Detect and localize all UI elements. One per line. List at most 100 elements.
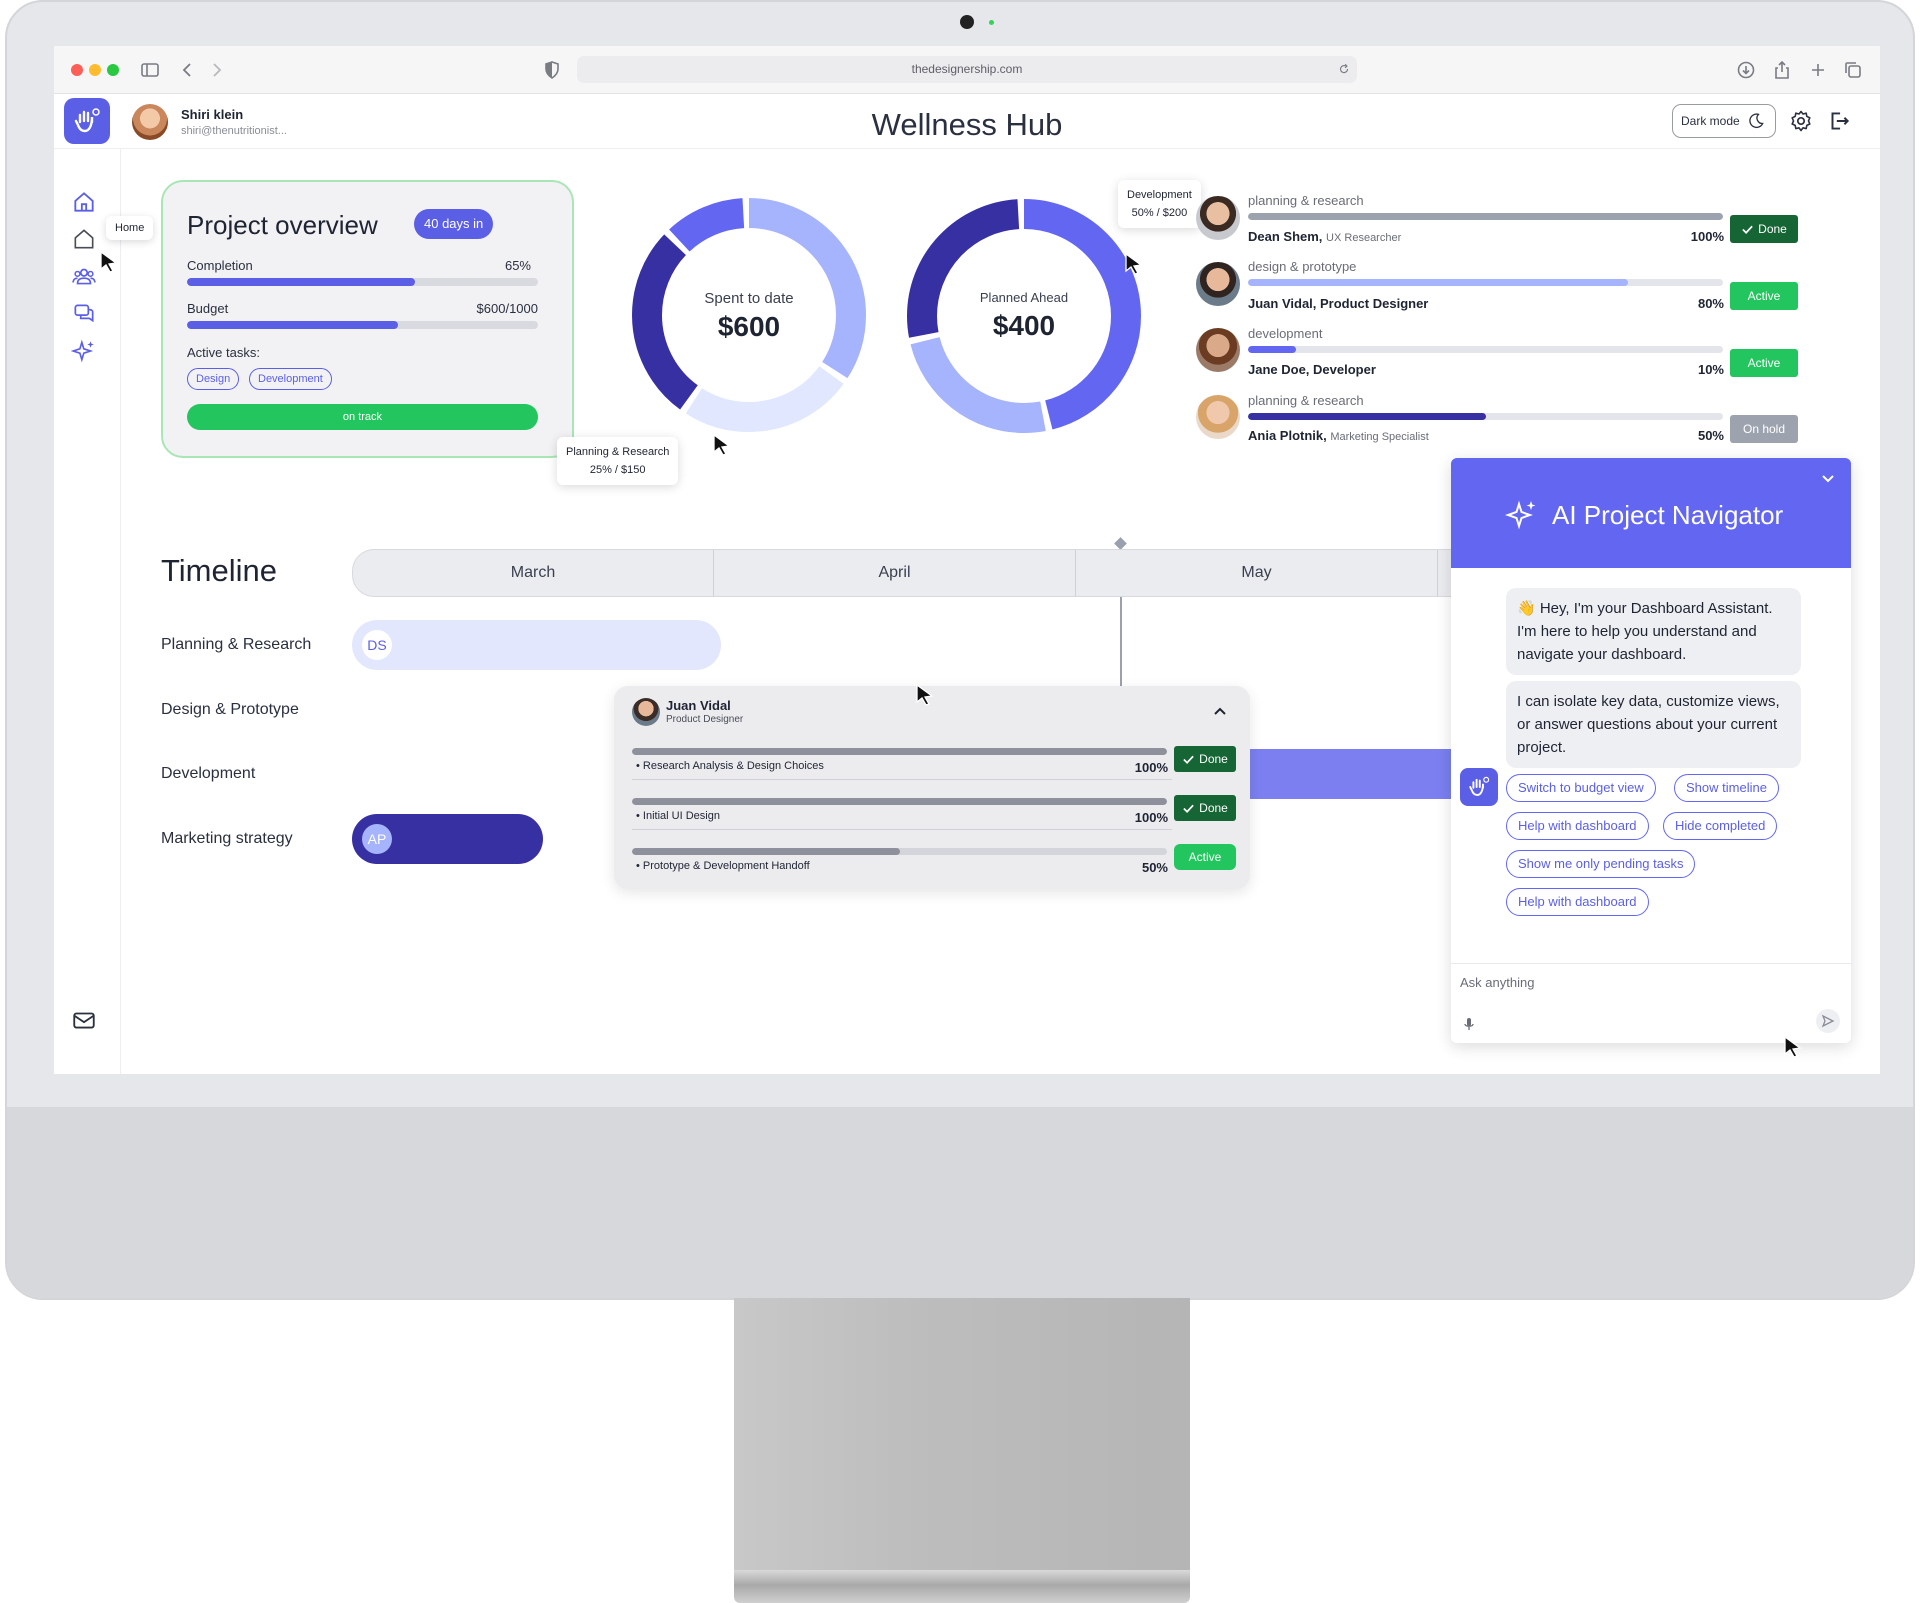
timeline-row-planning: Planning & Research — [161, 636, 312, 653]
team-member-name: Dean Shem, UX Researcher — [1248, 229, 1401, 244]
timeline-row-development: Development — [161, 765, 256, 782]
overview-title: Project overview — [187, 210, 378, 240]
planning-timeline-bar[interactable]: DS — [352, 620, 721, 670]
status-badge[interactable]: Active — [1730, 282, 1798, 310]
month-march[interactable]: March — [353, 564, 713, 582]
ai-input-area — [1451, 963, 1851, 1043]
mail-icon[interactable] — [71, 1007, 97, 1033]
home-tooltip: Home — [106, 216, 154, 240]
address-bar[interactable]: thedesignership.com — [577, 56, 1357, 83]
suggestion-hide-completed[interactable]: Hide completed — [1663, 812, 1778, 840]
chevron-up-icon[interactable] — [1211, 702, 1229, 720]
task-label: • Initial UI Design — [636, 810, 720, 822]
task-chip-development[interactable]: Development — [249, 368, 332, 390]
month-may[interactable]: May — [1076, 564, 1437, 582]
timeline-month-header: March April May — [352, 549, 1502, 597]
task-name: Prototype & Development Handoff — [642, 860, 810, 872]
development-tooltip: Development 50% / $200 — [1118, 180, 1201, 228]
suggestion-help-dashboard[interactable]: Help with dashboard — [1506, 812, 1649, 840]
privacy-shield-icon[interactable] — [540, 58, 564, 82]
ask-anything-input[interactable] — [1460, 972, 1760, 992]
status-badge[interactable]: Done — [1730, 215, 1798, 243]
status-badge[interactable]: On hold — [1730, 415, 1798, 443]
suggestion-pending-tasks[interactable]: Show me only pending tasks — [1506, 850, 1696, 878]
moon-icon — [1748, 113, 1764, 129]
status-badge[interactable]: Done — [1174, 746, 1236, 772]
status-label: Done — [1758, 222, 1787, 236]
member-name: Dean Shem, — [1248, 229, 1323, 244]
avatar — [632, 698, 660, 726]
budget-value: $600/1000 — [476, 301, 538, 316]
completion-progress — [187, 278, 538, 286]
share-icon[interactable] — [1770, 58, 1794, 82]
suggestion-budget-view[interactable]: Switch to budget view — [1506, 774, 1656, 802]
status-badge[interactable]: Active — [1174, 844, 1236, 870]
task-chip-design[interactable]: Design — [187, 368, 240, 390]
zoom-window-button[interactable] — [107, 64, 119, 76]
suggestion-show-timeline[interactable]: Show timeline — [1674, 774, 1779, 802]
download-icon[interactable] — [1734, 58, 1758, 82]
team-category: design & prototype — [1248, 259, 1357, 274]
close-window-button[interactable] — [71, 64, 83, 76]
team-percent: 50% — [1697, 428, 1724, 443]
spent-amount: $600 — [717, 311, 781, 342]
team-category: planning & research — [1248, 393, 1364, 408]
sparkle-icon — [1505, 500, 1536, 530]
team-member-name: Ania Plotnik, Marketing Specialist — [1248, 428, 1429, 443]
status-label: Done — [1199, 801, 1228, 815]
ai-navigator-panel: AI Project Navigator 👋 Hey, I'm your Das… — [1451, 458, 1851, 1043]
divider — [632, 779, 1172, 780]
minimize-window-button[interactable] — [89, 64, 101, 76]
url-text: thedesignership.com — [911, 62, 1023, 76]
sidebar-toggle-icon[interactable] — [138, 58, 162, 82]
team-percent: 10% — [1697, 362, 1724, 377]
task-progress — [632, 748, 1167, 755]
chat-icon[interactable] — [71, 300, 97, 326]
task-progress-fill — [632, 748, 1167, 755]
suggestion-help-dashboard-2[interactable]: Help with dashboard — [1506, 888, 1649, 916]
task-percent: 50% — [1141, 860, 1168, 875]
avatar[interactable] — [1196, 328, 1240, 372]
forward-icon[interactable] — [204, 58, 228, 82]
team-progress-fill — [1248, 346, 1296, 353]
assignee-initials: AP — [362, 824, 392, 854]
team-category: planning & research — [1248, 193, 1364, 208]
team-icon[interactable] — [71, 263, 97, 289]
assistant-message: 👋 Hey, I'm your Dashboard Assistant. I'm… — [1506, 588, 1801, 675]
task-progress — [632, 848, 1167, 855]
new-tab-icon[interactable] — [1806, 58, 1830, 82]
completion-label: Completion — [187, 258, 253, 273]
sparkle-icon[interactable] — [71, 338, 97, 364]
home-icon[interactable] — [71, 189, 97, 215]
reload-icon[interactable] — [1337, 62, 1351, 76]
assistant-avatar — [1460, 768, 1498, 806]
app-header: Shiri klein shiri@thenutritionist... Wel… — [54, 94, 1880, 149]
microphone-icon[interactable] — [1461, 1016, 1477, 1032]
sidebar: Home — [54, 149, 154, 1074]
cursor-pointer-icon — [713, 433, 731, 456]
camera-led — [989, 20, 994, 25]
status-badge[interactable]: Done — [1174, 795, 1236, 821]
marketing-timeline-bar[interactable]: AP — [352, 814, 543, 864]
team-progress-fill — [1248, 213, 1723, 220]
planned-amount: $400 — [992, 310, 1056, 341]
send-button[interactable] — [1816, 1009, 1840, 1033]
status-label: Done — [1199, 752, 1228, 766]
avatar[interactable] — [1196, 262, 1240, 306]
chevron-down-icon[interactable] — [1819, 470, 1837, 488]
home-outline-icon[interactable] — [71, 226, 97, 252]
task-label: • Research Analysis & Design Choices — [636, 760, 824, 772]
dark-mode-button[interactable]: Dark mode — [1672, 104, 1776, 138]
logout-icon[interactable] — [1826, 108, 1852, 134]
team-member-name: Juan Vidal, Product Designer — [1248, 296, 1429, 311]
active-tasks-label: Active tasks: — [187, 345, 260, 360]
avatar[interactable] — [1196, 196, 1240, 240]
month-april[interactable]: April — [714, 564, 1075, 582]
gear-icon[interactable] — [1789, 109, 1813, 133]
planning-tooltip: Planning & Research 25% / $150 — [557, 437, 679, 485]
assistant-message: I can isolate key data, customize views,… — [1506, 681, 1801, 768]
tab-overview-icon[interactable] — [1841, 58, 1865, 82]
avatar[interactable] — [1196, 395, 1240, 439]
status-badge[interactable]: Active — [1730, 349, 1798, 377]
back-icon[interactable] — [176, 58, 200, 82]
